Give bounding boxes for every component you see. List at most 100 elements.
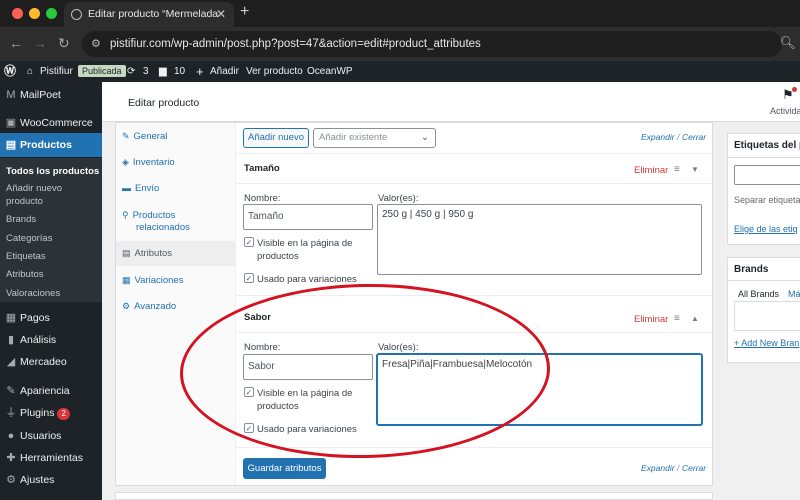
- tab-atributos[interactable]: ▤ Atributos: [116, 241, 236, 266]
- status-badge: Publicada: [78, 61, 126, 82]
- remove-attribute-sabor[interactable]: Eliminar: [634, 314, 668, 325]
- updates-icon[interactable]: ⟳: [127, 61, 135, 82]
- attribute-values-textarea-tamano[interactable]: 250 g | 450 g | 950 g: [377, 204, 702, 275]
- tags-choose-link[interactable]: Elige de las etiq: [734, 224, 798, 234]
- submenu-attributes[interactable]: Atributos: [6, 268, 44, 281]
- expand-all-link[interactable]: Expandir: [641, 463, 675, 473]
- home-icon: ⌂: [27, 66, 34, 77]
- minimize-window-button[interactable]: [29, 8, 40, 19]
- submenu-add-new-product[interactable]: Añadir nuevo producto: [6, 182, 86, 208]
- toggle-up-icon[interactable]: ▲: [691, 314, 699, 323]
- search-icon[interactable]: 🔍︎: [779, 35, 796, 51]
- users-icon: ●: [7, 430, 15, 442]
- attribute-name-input-tamano[interactable]: Tamaño: [243, 204, 373, 230]
- tab-general[interactable]: ✎ General: [122, 130, 167, 143]
- sidebar-item-herramientas[interactable]: ✚ Herramientas: [0, 451, 102, 465]
- address-bar[interactable]: ⚙ pistifiur.com/wp-admin/post.php?post=4…: [82, 31, 782, 57]
- new-tab-button[interactable]: +: [240, 3, 249, 21]
- save-attributes-button[interactable]: Guardar atributos: [243, 458, 326, 479]
- tab-variaciones[interactable]: ▦ Variaciones: [122, 274, 183, 287]
- add-existing-select[interactable]: Añadir existente ⌄: [313, 128, 436, 148]
- sidebar-item-ajustes[interactable]: ⚙ Ajustes: [0, 473, 102, 487]
- toggle-down-icon[interactable]: ▼: [691, 165, 699, 174]
- submenu-brands[interactable]: Brands: [6, 213, 36, 226]
- sidebar-item-plugins[interactable]: ⏚ Plugins 2: [0, 406, 102, 420]
- sidebar-item-pagos[interactable]: ▦ Pagos: [0, 311, 102, 325]
- maximize-window-button[interactable]: [46, 8, 57, 19]
- sidebar-item-apariencia[interactable]: ✎ Apariencia: [0, 384, 102, 398]
- forward-icon[interactable]: →: [33, 35, 47, 51]
- tags-title[interactable]: Etiquetas del p: [734, 140, 800, 151]
- truck-icon: ▬: [122, 183, 131, 193]
- sidebar-item-mercadeo[interactable]: ◢ Mercadeo: [0, 355, 102, 369]
- drag-handle-icon[interactable]: ≡: [674, 164, 680, 175]
- sidebar-item-mailpoet[interactable]: M MailPoet: [0, 88, 102, 102]
- collapse-all-link[interactable]: Cerrar: [682, 132, 706, 142]
- variations-checkbox-sabor[interactable]: ✓: [244, 423, 254, 433]
- browser-tab[interactable]: Editar producto “Mermelada ✕: [64, 2, 234, 27]
- sidebar-item-analisis[interactable]: ▮ Análisis: [0, 333, 102, 347]
- add-new-brand-link[interactable]: + Add New Bran: [734, 338, 799, 348]
- variations-checkbox-tamano[interactable]: ✓: [244, 273, 254, 283]
- tab-inventario[interactable]: ◈ Inventario: [122, 156, 175, 169]
- close-tab-icon[interactable]: ✕: [216, 2, 226, 26]
- sidebar-item-usuarios[interactable]: ● Usuarios: [0, 429, 102, 443]
- activity-button[interactable]: ⚑ Actividad: [770, 85, 800, 121]
- tab-productos-relacionados[interactable]: ⚲ Productos relacionados: [122, 209, 202, 234]
- drag-handle-icon[interactable]: ≡: [674, 313, 680, 324]
- brands-tab-most-used[interactable]: Más: [788, 289, 800, 299]
- mailpoet-icon: M: [6, 89, 16, 101]
- list-icon: ▤: [122, 248, 131, 258]
- theme-link[interactable]: OceanWP: [307, 61, 353, 82]
- browser-tab-title: Editar producto “Mermelada: [88, 8, 219, 20]
- expand-all-link[interactable]: Expandir: [641, 132, 675, 142]
- tab-envio[interactable]: ▬ Envío: [122, 182, 159, 195]
- plugins-icon: ⏚: [5, 407, 17, 419]
- brands-title[interactable]: Brands: [734, 264, 768, 275]
- sidebar-item-productos[interactable]: ▤ Productos: [0, 133, 102, 157]
- attribute-header-tamano[interactable]: Tamaño: [244, 163, 280, 174]
- link-separator: /: [677, 463, 680, 473]
- sidebar-item-woocommerce[interactable]: ▣ WooCommerce: [0, 116, 102, 130]
- visible-checkbox-tamano[interactable]: ✓: [244, 237, 254, 247]
- attribute-header-sabor[interactable]: Sabor: [244, 312, 271, 323]
- divider: [236, 332, 712, 333]
- submenu-reviews[interactable]: Valoraciones: [6, 287, 60, 300]
- comments-count[interactable]: 10: [174, 61, 185, 82]
- updates-count[interactable]: 3: [143, 61, 149, 82]
- submenu-categories[interactable]: Categorías: [6, 232, 52, 245]
- globe-icon: [71, 9, 82, 20]
- flag-icon: ⚑: [782, 87, 797, 103]
- comments-icon[interactable]: ▆: [159, 61, 167, 82]
- page-title: Editar producto: [128, 97, 200, 109]
- brands-box: Brands All Brands Más + Add New Bran: [727, 257, 800, 363]
- product-data-panel: ✎ General ◈ Inventario ▬ Envío ⚲ Productos r…: [115, 122, 713, 486]
- submenu-all-products[interactable]: Todos los productos: [6, 165, 99, 178]
- settings-icon: ⚙: [6, 474, 16, 486]
- tags-input[interactable]: [734, 165, 800, 185]
- view-product-link[interactable]: Ver producto: [246, 61, 303, 82]
- back-icon[interactable]: ←: [9, 35, 23, 51]
- site-name-link[interactable]: Pistifiur: [40, 61, 73, 82]
- wordpress-logo-icon[interactable]: Ⓦ: [4, 61, 16, 82]
- site-settings-icon[interactable]: ⚙: [91, 31, 101, 57]
- tab-avanzado[interactable]: ⚙ Avanzado: [122, 300, 176, 313]
- attribute-name-input-sabor[interactable]: Sabor: [243, 354, 373, 380]
- chevron-down-icon: ⌄: [421, 132, 429, 143]
- visible-checkbox-sabor[interactable]: ✓: [244, 387, 254, 397]
- collapse-all-link[interactable]: Cerrar: [682, 463, 706, 473]
- reload-icon[interactable]: ↻: [58, 35, 70, 52]
- add-new-attribute-button[interactable]: Añadir nuevo: [243, 128, 309, 148]
- attribute-values-textarea-sabor[interactable]: Fresa|Piña|Frambuesa|Melocotón: [377, 354, 702, 425]
- divider: [728, 280, 800, 281]
- brands-tab-all[interactable]: All Brands: [738, 289, 779, 299]
- add-new-link[interactable]: Añadir: [210, 61, 239, 82]
- remove-attribute-tamano[interactable]: Eliminar: [634, 165, 668, 176]
- variations-label-tamano: Usado para variaciones: [257, 274, 357, 285]
- divider: [236, 153, 712, 154]
- tags-help: Separar etiqueta: [734, 195, 800, 205]
- name-label: Nombre:: [244, 342, 281, 353]
- values-label: Valor(es):: [378, 193, 419, 204]
- close-window-button[interactable]: [12, 8, 23, 19]
- submenu-tags[interactable]: Etiquetas: [6, 250, 46, 263]
